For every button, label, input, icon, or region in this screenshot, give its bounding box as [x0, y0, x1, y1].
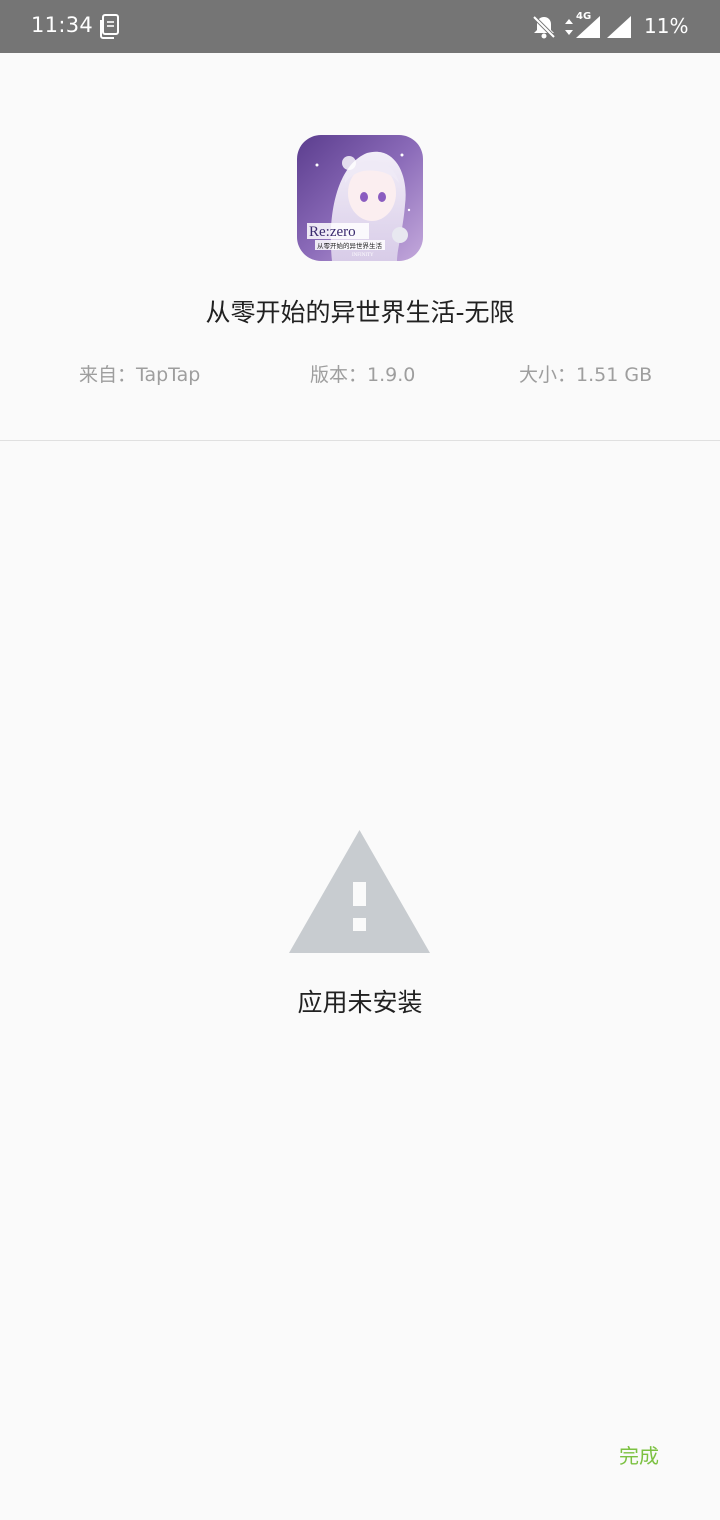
data-arrows-icon [565, 19, 573, 35]
icon-tag-text: INFINITY [352, 253, 374, 258]
app-icon: Re:zero 从零开始的异世界生活 INFINITY [297, 135, 423, 261]
icon-subtitle-text: 从零开始的异世界生活 [317, 241, 383, 250]
status-bar: 11:34 4G 11% [0, 0, 720, 53]
signal-icon [576, 16, 600, 38]
app-meta-row: 来自：TapTap 版本：1.9.0 大小：1.51 GB [0, 360, 720, 390]
app-source: 来自：TapTap [79, 364, 201, 386]
done-button[interactable]: 完成 [604, 1436, 674, 1476]
battery-percent: 11% [644, 14, 689, 38]
app-size: 大小：1.51 GB [519, 364, 653, 386]
app-version: 版本：1.9.0 [310, 364, 416, 386]
divider [0, 440, 720, 441]
document-icon [100, 14, 119, 39]
app-info-header: Re:zero 从零开始的异世界生活 INFINITY 从零开始的异世界生活-无… [0, 53, 720, 441]
status-time: 11:34 [31, 13, 94, 37]
icon-logo-text: Re:zero [309, 224, 356, 240]
bell-off-icon [532, 15, 556, 39]
warning-icon [289, 830, 430, 953]
install-status-message: 应用未安装 [297, 988, 423, 1017]
signal-icon [607, 16, 631, 38]
app-title: 从零开始的异世界生活-无限 [205, 298, 515, 327]
